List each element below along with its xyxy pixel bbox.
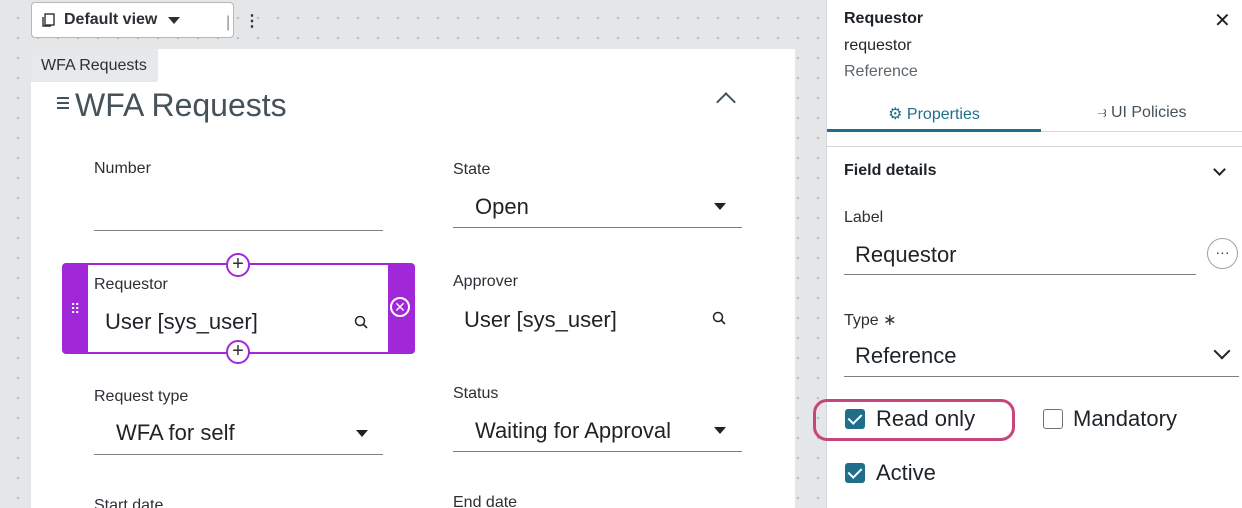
label-underline xyxy=(844,274,1196,275)
form-tab-label[interactable]: WFA Requests xyxy=(31,49,158,82)
search-icon[interactable] xyxy=(354,315,368,329)
label-field-label: Label xyxy=(844,209,884,226)
number-underline xyxy=(94,230,383,231)
state-underline xyxy=(453,227,742,228)
drag-handle[interactable]: ⠿ xyxy=(64,265,88,352)
request-type-label: Request type xyxy=(94,388,189,405)
type-underline xyxy=(844,376,1239,377)
requestor-field[interactable]: User [sys_user] xyxy=(105,309,258,335)
separator: | xyxy=(226,14,231,31)
approver-field[interactable]: User [sys_user] xyxy=(464,307,617,333)
status-select[interactable]: Waiting for Approval xyxy=(475,418,671,444)
start-date-label: Start date xyxy=(94,497,164,508)
chevron-up-icon[interactable] xyxy=(716,92,736,112)
status-label: Status xyxy=(453,385,499,402)
type-select[interactable]: Reference xyxy=(855,343,957,369)
request-type-select[interactable]: WFA for self xyxy=(116,420,235,446)
state-label: State xyxy=(453,161,491,178)
caret-down-icon[interactable] xyxy=(714,427,726,434)
view-selector[interactable]: Default view | ⋮ xyxy=(31,2,260,38)
tab-properties[interactable]: ⚙ Properties xyxy=(827,104,1041,132)
view-label[interactable]: Default view xyxy=(64,11,157,29)
field-type: Reference xyxy=(844,63,918,80)
request-type-underline xyxy=(94,454,383,455)
drag-grip-icon[interactable]: ⠿ xyxy=(70,302,81,316)
number-label: Number xyxy=(94,160,151,177)
mandatory-checkbox[interactable] xyxy=(1043,409,1063,429)
panel-title: Requestor xyxy=(844,10,924,27)
state-select[interactable]: Open xyxy=(475,194,529,220)
search-icon[interactable] xyxy=(712,311,726,325)
section-title: WFA Requests xyxy=(75,87,287,123)
active-checkbox[interactable] xyxy=(845,463,865,483)
close-icon[interactable]: ✕ xyxy=(1214,8,1231,33)
status-underline xyxy=(453,451,742,452)
label-input[interactable]: Requestor xyxy=(855,242,957,268)
approver-label: Approver xyxy=(453,273,518,290)
tab-ui-policies[interactable]: ⥽ UI Policies xyxy=(1041,104,1242,132)
more-options-icon[interactable]: ⋮ xyxy=(244,11,260,31)
section-field-details[interactable]: Field details xyxy=(844,162,936,180)
field-name: requestor xyxy=(844,37,912,54)
caret-down-icon[interactable] xyxy=(356,430,368,437)
chevron-down-icon[interactable] xyxy=(1213,163,1226,176)
add-field-above-icon[interactable]: + xyxy=(226,253,250,277)
hamburger-icon[interactable] xyxy=(57,97,69,112)
add-field-below-icon[interactable]: + xyxy=(226,340,250,364)
view-icon xyxy=(42,13,55,27)
mandatory-label[interactable]: Mandatory xyxy=(1073,406,1177,432)
more-options-button[interactable]: ··· xyxy=(1207,238,1238,269)
remove-field-icon[interactable]: ✕ xyxy=(390,297,410,317)
highlight-annotation xyxy=(813,399,1015,441)
caret-down-icon[interactable] xyxy=(168,17,180,24)
caret-down-icon[interactable] xyxy=(714,203,726,210)
divider xyxy=(827,146,1242,147)
active-label[interactable]: Active xyxy=(876,460,936,486)
end-date-label: End date xyxy=(453,494,518,508)
requestor-label: Requestor xyxy=(94,276,168,293)
chevron-down-icon[interactable] xyxy=(1213,342,1231,360)
type-field-label: Type ∗ xyxy=(844,312,897,329)
